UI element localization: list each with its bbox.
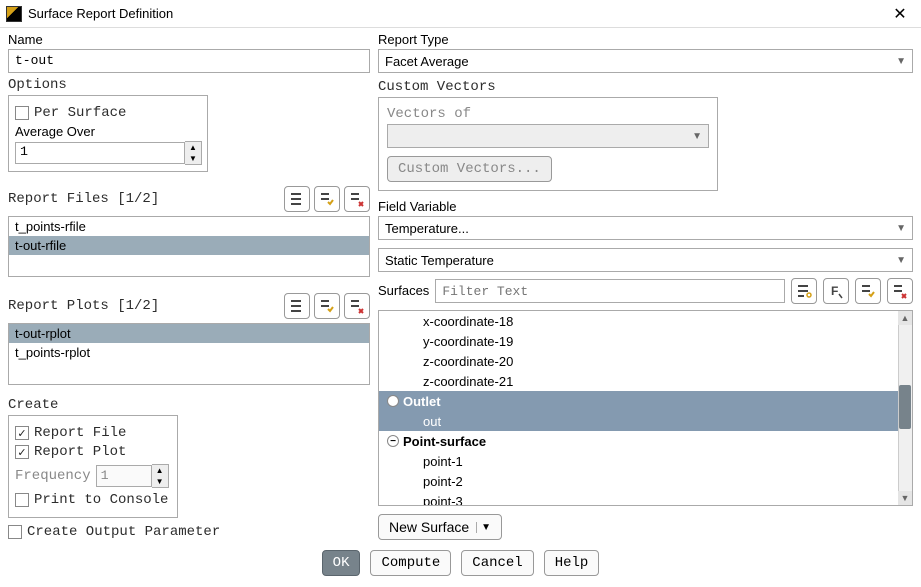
- vectors-of-dropdown: ▼: [387, 124, 709, 148]
- report-file-checkbox[interactable]: [15, 426, 29, 440]
- surfaces-filter-input[interactable]: [435, 279, 785, 303]
- help-button[interactable]: Help: [544, 550, 600, 576]
- average-over-label: Average Over: [15, 124, 201, 139]
- report-type-label: Report Type: [378, 32, 913, 47]
- report-type-dropdown[interactable]: Facet Average ▼: [378, 49, 913, 73]
- chevron-down-icon: ▼: [896, 223, 906, 234]
- tree-item[interactable]: x-coordinate-18: [379, 311, 912, 331]
- name-label: Name: [8, 32, 370, 47]
- close-icon[interactable]: ✕: [885, 4, 915, 24]
- list-item[interactable]: t-out-rfile: [9, 236, 369, 255]
- average-over-input[interactable]: [15, 142, 185, 164]
- files-list-icon[interactable]: [284, 186, 310, 212]
- tree-item[interactable]: point-1: [379, 451, 912, 471]
- freq-down-icon[interactable]: ▼: [152, 476, 168, 487]
- custom-vectors-label: Custom Vectors: [378, 79, 913, 95]
- report-files-list[interactable]: t_points-rfile t-out-rfile: [8, 216, 370, 278]
- custom-vectors-button[interactable]: Custom Vectors...: [387, 156, 552, 182]
- frequency-input: [96, 465, 152, 487]
- report-plot-checkbox[interactable]: [15, 445, 29, 459]
- cancel-button[interactable]: Cancel: [461, 550, 533, 576]
- vectors-of-label: Vectors of: [387, 106, 709, 122]
- scrollbar[interactable]: ▲ ▼: [898, 311, 912, 505]
- surfaces-filter-icon[interactable]: F: [823, 278, 849, 304]
- surfaces-select-icon[interactable]: [855, 278, 881, 304]
- report-file-label: Report File: [34, 425, 126, 441]
- window-title: Surface Report Definition: [28, 6, 885, 21]
- tree-group-outlet[interactable]: −Outlet: [379, 391, 912, 411]
- list-item[interactable]: t_points-rplot: [9, 343, 369, 362]
- plots-list-icon[interactable]: [284, 293, 310, 319]
- tree-item[interactable]: z-coordinate-21: [379, 371, 912, 391]
- field-var2-value: Static Temperature: [385, 253, 494, 268]
- plots-clear-icon[interactable]: [344, 293, 370, 319]
- tree-group-point-surface[interactable]: −Point-surface: [379, 431, 912, 451]
- new-surface-button[interactable]: New Surface ▼: [378, 514, 502, 540]
- avg-up-icon[interactable]: ▲: [185, 142, 201, 153]
- scroll-up-icon[interactable]: ▲: [898, 311, 912, 325]
- report-plot-label: Report Plot: [34, 444, 126, 460]
- create-label: Create: [8, 397, 370, 413]
- app-icon: [6, 6, 22, 22]
- print-console-label: Print to Console: [34, 492, 168, 508]
- files-clear-icon[interactable]: [344, 186, 370, 212]
- report-plots-label: Report Plots [1/2]: [8, 298, 159, 314]
- avg-down-icon[interactable]: ▼: [185, 153, 201, 164]
- field-var1-value: Temperature...: [385, 221, 469, 236]
- surfaces-label: Surfaces: [378, 283, 429, 298]
- plots-select-icon[interactable]: [314, 293, 340, 319]
- files-select-icon[interactable]: [314, 186, 340, 212]
- tree-item[interactable]: y-coordinate-19: [379, 331, 912, 351]
- chevron-down-icon: ▼: [692, 131, 702, 142]
- list-item[interactable]: t_points-rfile: [9, 217, 369, 236]
- options-label: Options: [8, 77, 370, 93]
- chevron-down-icon: ▼: [476, 522, 491, 533]
- field-var1-dropdown[interactable]: Temperature... ▼: [378, 216, 913, 240]
- compute-button[interactable]: Compute: [370, 550, 451, 576]
- report-type-value: Facet Average: [385, 54, 469, 69]
- collapse-icon[interactable]: −: [387, 395, 399, 407]
- tree-item-out[interactable]: out: [379, 411, 912, 431]
- tree-item[interactable]: point-2: [379, 471, 912, 491]
- name-input[interactable]: [8, 49, 370, 73]
- field-variable-label: Field Variable: [378, 199, 913, 214]
- tree-item[interactable]: z-coordinate-20: [379, 351, 912, 371]
- surfaces-tree[interactable]: x-coordinate-18 y-coordinate-19 z-coordi…: [378, 310, 913, 506]
- frequency-label: Frequency: [15, 468, 91, 484]
- freq-up-icon[interactable]: ▲: [152, 465, 168, 476]
- create-output-param-checkbox[interactable]: [8, 525, 22, 539]
- report-plots-list[interactable]: t-out-rplot t_points-rplot: [8, 323, 370, 385]
- chevron-down-icon: ▼: [896, 255, 906, 266]
- report-files-label: Report Files [1/2]: [8, 191, 159, 207]
- scroll-down-icon[interactable]: ▼: [898, 491, 912, 505]
- surfaces-sort-icon[interactable]: [791, 278, 817, 304]
- chevron-down-icon: ▼: [896, 56, 906, 67]
- collapse-icon[interactable]: −: [387, 435, 399, 447]
- scrollbar-thumb[interactable]: [899, 385, 911, 429]
- print-console-checkbox[interactable]: [15, 493, 29, 507]
- create-output-param-label: Create Output Parameter: [27, 524, 220, 540]
- field-var2-dropdown[interactable]: Static Temperature ▼: [378, 248, 913, 272]
- per-surface-checkbox[interactable]: [15, 106, 29, 120]
- ok-button[interactable]: OK: [322, 550, 361, 576]
- svg-text:F: F: [831, 284, 838, 298]
- list-item[interactable]: t-out-rplot: [9, 324, 369, 343]
- tree-item[interactable]: point-3: [379, 491, 912, 506]
- surfaces-clear-icon[interactable]: [887, 278, 913, 304]
- per-surface-label: Per Surface: [34, 105, 126, 121]
